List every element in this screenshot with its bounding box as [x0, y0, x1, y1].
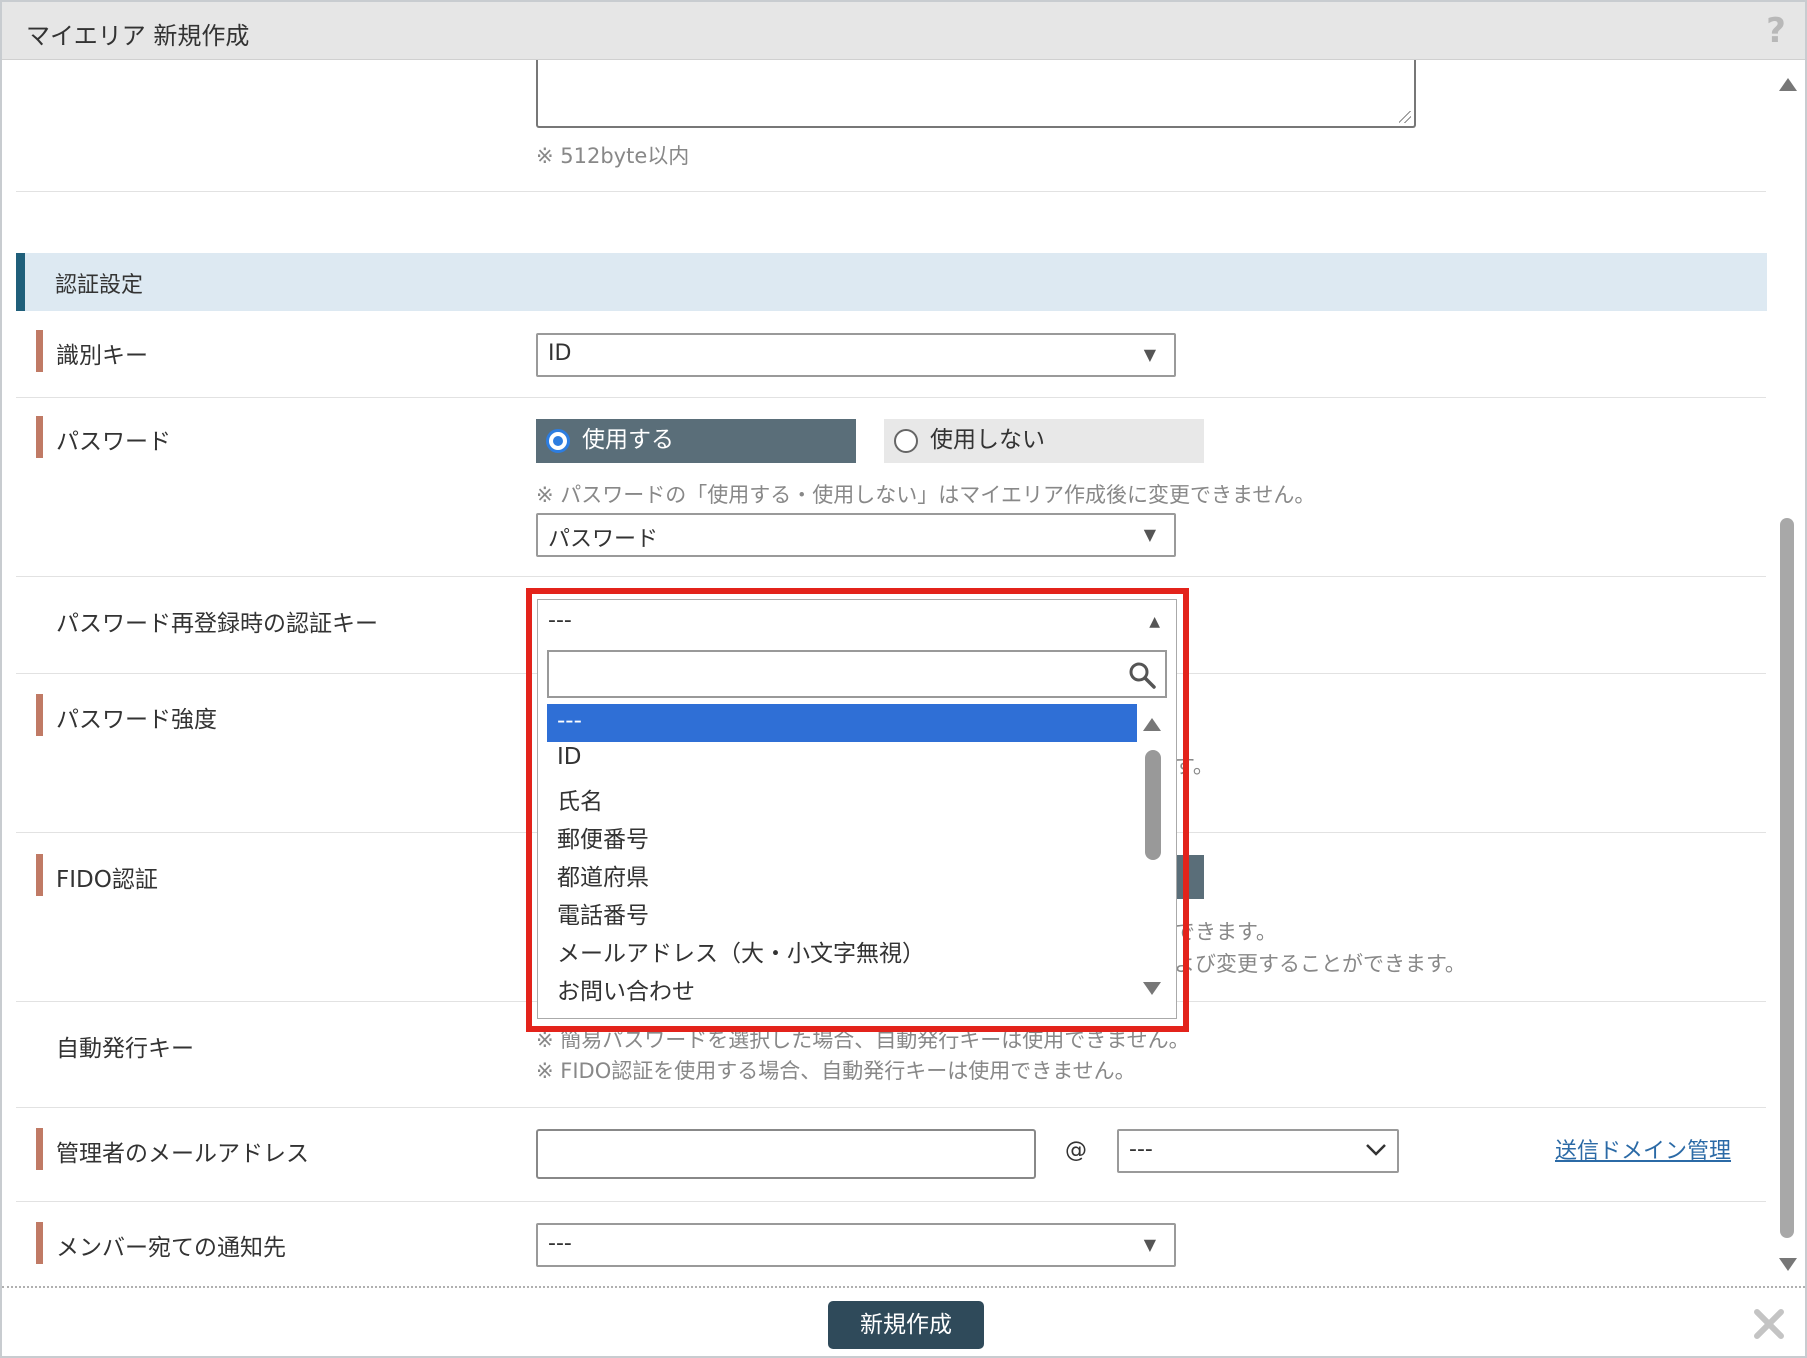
dropdown-search-input[interactable] — [547, 650, 1167, 698]
scroll-up-icon[interactable] — [1143, 718, 1161, 731]
password-label: パスワード — [36, 416, 171, 458]
dropdown-option[interactable]: メールアドレス（大・小文字無視） — [547, 930, 1137, 968]
main-scroll-thumb[interactable] — [1780, 518, 1794, 1238]
fido-label: FIDO認証 — [36, 854, 158, 896]
help-icon[interactable]: ? — [1759, 12, 1793, 50]
member-notify-value: --- — [548, 1231, 572, 1256]
radio-checked-icon — [546, 429, 570, 453]
admin-email-domain-select[interactable]: --- — [1117, 1129, 1399, 1173]
identifier-key-select[interactable]: ID ▼ — [536, 333, 1176, 377]
password-not-use-label: 使用しない — [930, 427, 1045, 453]
at-sign: @ — [1065, 1138, 1087, 1163]
dropdown-scroll-thumb[interactable] — [1145, 750, 1161, 860]
password-strength-label: パスワード強度 — [36, 694, 217, 736]
radio-unchecked-icon — [894, 429, 918, 453]
admin-email-local-input[interactable] — [536, 1129, 1036, 1179]
admin-email-domain-value: --- — [1129, 1137, 1153, 1162]
reregister-key-label: パスワード再登録時の認証キー — [56, 611, 378, 637]
dropdown-option[interactable]: お問い合わせ — [547, 968, 1137, 1006]
byte-limit-note: ※ 512byte以内 — [536, 144, 690, 168]
divider — [16, 1201, 1766, 1202]
member-notify-label: メンバー宛ての通知先 — [36, 1222, 286, 1264]
password-use-radio[interactable]: 使用する — [536, 419, 856, 463]
admin-email-label: 管理者のメールアドレス — [36, 1128, 309, 1170]
auto-key-label: 自動発行キー — [56, 1036, 194, 1062]
dropdown-option[interactable]: --- — [547, 704, 1137, 742]
dropdown-scrollbar[interactable] — [1137, 704, 1167, 1010]
password-use-label: 使用する — [582, 427, 674, 453]
dropdown-option[interactable]: ID — [547, 740, 1137, 778]
dropdown-option[interactable]: 氏名 — [547, 778, 1137, 816]
section-header-auth: 認証設定 — [16, 253, 1767, 311]
dropdown-option[interactable]: 電話番号 — [547, 892, 1137, 930]
resize-grip-icon[interactable] — [1399, 111, 1411, 123]
caret-up-icon: ▲ — [1149, 614, 1160, 630]
password-not-use-radio[interactable]: 使用しない — [884, 419, 1204, 463]
fido-note-1: できます。 — [1174, 920, 1277, 944]
dropdown-options-list: --- ID 氏名 郵便番号 都道府県 電話番号 メールアドレス（大・小文字無視… — [547, 704, 1167, 1010]
description-textarea[interactable] — [536, 60, 1416, 128]
caret-down-icon: ▼ — [1143, 345, 1156, 364]
member-notify-select[interactable]: --- ▼ — [536, 1223, 1176, 1267]
dialog-title: マイエリア 新規作成 — [26, 22, 250, 50]
send-domain-link[interactable]: 送信ドメイン管理 — [1555, 1133, 1731, 1165]
identifier-key-label: 識別キー — [36, 330, 148, 372]
dropdown-option[interactable]: 郵便番号 — [547, 816, 1137, 854]
dialog-footer: 新規作成 — [2, 1286, 1805, 1356]
close-icon[interactable] — [1753, 1308, 1785, 1340]
caret-down-icon: ▼ — [1143, 1235, 1156, 1254]
fido-note-2: よび変更することができます。 — [1174, 952, 1466, 976]
section-title: 認証設定 — [55, 273, 144, 298]
password-type-select[interactable]: パスワード ▼ — [536, 513, 1176, 557]
divider — [16, 1107, 1766, 1108]
divider — [16, 191, 1766, 192]
divider — [16, 576, 1766, 577]
identifier-key-value: ID — [548, 341, 572, 366]
titlebar: マイエリア 新規作成 ? — [2, 2, 1805, 60]
search-icon — [1129, 662, 1156, 689]
reregister-key-select[interactable]: --- ▲ — [538, 600, 1178, 644]
scroll-down-icon[interactable] — [1143, 982, 1161, 995]
chevron-down-icon — [1366, 1144, 1386, 1156]
password-note: ※ パスワードの「使用する・使用しない」はマイエリア作成後に変更できません。 — [536, 483, 1316, 507]
password-type-value: パスワード — [548, 527, 659, 552]
scroll-down-icon[interactable] — [1779, 1258, 1797, 1271]
dialog: マイエリア 新規作成 ? ※ 512byte以内 認証設定 識別キー ID ▼ … — [0, 0, 1807, 1358]
dropdown-option[interactable]: 都道府県 — [547, 854, 1137, 892]
divider — [16, 397, 1766, 398]
caret-down-icon: ▼ — [1143, 525, 1156, 544]
create-button[interactable]: 新規作成 — [828, 1301, 984, 1349]
reregister-key-value: --- — [548, 608, 572, 633]
reregister-key-dropdown[interactable]: --- ▲ --- ID 氏名 郵便番号 都道府県 電話番号 メールアドレス（大… — [537, 599, 1177, 1019]
auto-key-note-2: ※ FIDO認証を使用する場合、自動発行キーは使用できません。 — [536, 1059, 1136, 1083]
scroll-up-icon[interactable] — [1779, 78, 1797, 91]
main-scrollbar[interactable] — [1776, 70, 1800, 1280]
